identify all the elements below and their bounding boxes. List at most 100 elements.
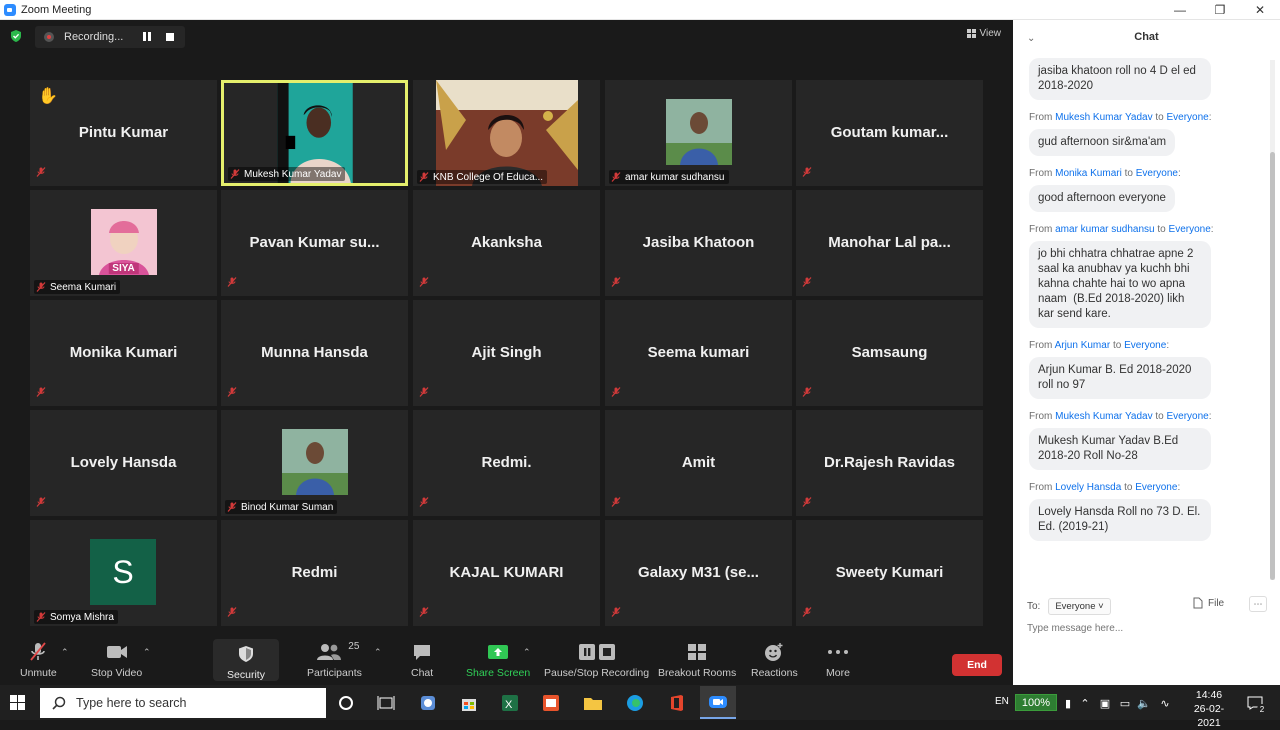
- scrollbar-thumb[interactable]: [1270, 152, 1275, 580]
- clock[interactable]: 14:46 26-02-2021: [1183, 688, 1235, 730]
- participant-tile[interactable]: Monika Kumari: [30, 300, 217, 406]
- muted-mic-icon: [227, 277, 237, 287]
- window-title: Zoom Meeting: [21, 3, 92, 16]
- participant-tile[interactable]: Redmi.: [413, 410, 600, 516]
- participant-tile[interactable]: Sweety Kumari: [796, 520, 983, 626]
- reactions-button[interactable]: Reactions: [751, 641, 798, 679]
- battery-tray-icon[interactable]: ▭: [1118, 696, 1132, 710]
- participant-tile[interactable]: Galaxy M31 (se...: [605, 520, 792, 626]
- participant-tile[interactable]: SIYA Seema Kumari: [30, 190, 217, 296]
- stop-video-button[interactable]: Stop Video: [91, 641, 142, 679]
- sender-name[interactable]: amar kumar sudhansu: [1055, 224, 1155, 235]
- more-button[interactable]: More: [826, 641, 850, 679]
- minimize-button[interactable]: —: [1160, 0, 1200, 20]
- participant-label: Mukesh Kumar Yadav: [228, 167, 346, 181]
- muted-mic-icon: [36, 497, 46, 507]
- pause-stop-recording-button[interactable]: Pause/Stop Recording: [544, 641, 649, 679]
- participant-name: Pintu Kumar: [78, 124, 169, 141]
- wifi-icon[interactable]: ∿: [1158, 696, 1172, 710]
- participant-tile[interactable]: KAJAL KUMARI: [413, 520, 600, 626]
- share-screen-button[interactable]: Share Screen: [466, 641, 530, 679]
- share-options-caret[interactable]: ⌃: [523, 647, 531, 658]
- store-icon[interactable]: [458, 692, 480, 714]
- participant-tile[interactable]: amar kumar sudhansu: [605, 80, 792, 186]
- recording-indicator: Recording...: [35, 26, 185, 48]
- sender-name[interactable]: Monika Kumari: [1055, 168, 1122, 179]
- sender-name[interactable]: Lovely Hansda: [1055, 482, 1121, 493]
- sender-name[interactable]: Mukesh Kumar Yadav: [1055, 112, 1152, 123]
- chat-panel: ⌄ Chat jasiba khatoon roll no 4 D el ed …: [1013, 20, 1280, 685]
- participant-avatar: S: [90, 539, 156, 605]
- participant-tile[interactable]: Manohar Lal pa...: [796, 190, 983, 296]
- svg-text:X: X: [505, 699, 513, 711]
- participants-options-caret[interactable]: ⌃: [374, 647, 382, 658]
- edge-browser-icon[interactable]: [624, 692, 646, 714]
- chat-sender-line: From Lovely Hansda to Everyone:: [1029, 482, 1181, 493]
- pause-recording-icon[interactable]: [143, 32, 151, 42]
- file-explorer-icon[interactable]: [582, 692, 604, 714]
- end-meeting-button[interactable]: End: [952, 654, 1002, 676]
- participant-tile[interactable]: Pavan Kumar su...: [221, 190, 408, 296]
- participant-tile[interactable]: Lovely Hansda: [30, 410, 217, 516]
- chat-message: From Mukesh Kumar Yadav to Everyone: gud …: [1013, 112, 1269, 168]
- security-button[interactable]: Security: [213, 639, 279, 681]
- participant-tile[interactable]: S Somya Mishra: [30, 520, 217, 626]
- unmute-button[interactable]: Unmute: [20, 641, 57, 679]
- participant-tile[interactable]: Binod Kumar Suman: [221, 410, 408, 516]
- participant-tile[interactable]: Ajit Singh: [413, 300, 600, 406]
- participant-tile[interactable]: Seema kumari: [605, 300, 792, 406]
- participant-name: Ajit Singh: [471, 344, 542, 361]
- participant-tile[interactable]: Akanksha: [413, 190, 600, 296]
- chat-messages[interactable]: jasiba khatoon roll no 4 D el ed 2018-20…: [1013, 56, 1269, 596]
- device-tray-icon[interactable]: ▣: [1098, 696, 1112, 710]
- chat-more-button[interactable]: ⋯: [1249, 596, 1267, 612]
- input-language[interactable]: EN: [995, 696, 1009, 707]
- windows-start-icon[interactable]: [10, 695, 25, 710]
- maximize-button[interactable]: ❐: [1200, 0, 1240, 20]
- chat-message: jasiba khatoon roll no 4 D el ed 2018-20…: [1013, 58, 1269, 112]
- app-icon[interactable]: [417, 692, 439, 714]
- volume-icon[interactable]: 🔈: [1137, 696, 1151, 710]
- audio-options-caret[interactable]: ⌃: [61, 647, 69, 658]
- close-window-button[interactable]: ✕: [1240, 0, 1280, 20]
- participant-tile[interactable]: Redmi: [221, 520, 408, 626]
- participant-tile[interactable]: Amit: [605, 410, 792, 516]
- cortana-icon[interactable]: [335, 692, 357, 714]
- chevron-up-icon[interactable]: ⌃: [1078, 696, 1092, 710]
- video-options-caret[interactable]: ⌃: [143, 647, 151, 658]
- participant-tile[interactable]: KNB College Of Educa...: [413, 80, 600, 186]
- file-button[interactable]: File: [1193, 597, 1224, 609]
- participant-tile[interactable]: Pintu Kumar ✋: [30, 80, 217, 186]
- breakout-rooms-button[interactable]: Breakout Rooms: [658, 641, 736, 679]
- office-icon[interactable]: [666, 692, 688, 714]
- chat-button[interactable]: Chat: [411, 641, 433, 679]
- participant-tile[interactable]: Mukesh Kumar Yadav: [221, 80, 408, 186]
- microphone-tray-icon[interactable]: ▮: [1061, 696, 1075, 710]
- encryption-shield-icon[interactable]: [9, 29, 23, 43]
- taskbar-search-box[interactable]: Type here to search: [40, 688, 326, 718]
- sender-name[interactable]: Mukesh Kumar Yadav: [1055, 411, 1152, 422]
- task-view-icon[interactable]: [375, 692, 397, 714]
- participant-name: Seema kumari: [647, 344, 750, 361]
- view-button[interactable]: View: [966, 28, 1001, 39]
- participant-tile[interactable]: Jasiba Khatoon: [605, 190, 792, 296]
- to-word: to: [1155, 411, 1164, 422]
- chat-scrollbar[interactable]: [1270, 60, 1275, 580]
- sender-name[interactable]: Arjun Kumar: [1055, 340, 1111, 351]
- recipient-dropdown[interactable]: Everyone ˅: [1048, 597, 1111, 615]
- participant-tile[interactable]: Munna Hansda: [221, 300, 408, 406]
- participant-tile[interactable]: Goutam kumar...: [796, 80, 983, 186]
- reader-icon[interactable]: [540, 692, 562, 714]
- clock-date: 26-02-2021: [1193, 703, 1225, 729]
- recipient-name: Everyone: [1166, 411, 1209, 422]
- participant-tile[interactable]: Dr.Rajesh Ravidas: [796, 410, 983, 516]
- participant-name: Akanksha: [471, 234, 542, 251]
- stop-recording-icon[interactable]: [166, 33, 174, 41]
- participants-button[interactable]: 25 Participants: [307, 641, 362, 679]
- battery-percentage[interactable]: 100%: [1015, 694, 1057, 711]
- zoom-taskbar-icon[interactable]: [700, 686, 736, 719]
- participant-tile[interactable]: Samsaung: [796, 300, 983, 406]
- share-screen-icon: [488, 645, 509, 659]
- chat-message-input[interactable]: [1027, 620, 1267, 636]
- excel-icon[interactable]: X: [499, 692, 521, 714]
